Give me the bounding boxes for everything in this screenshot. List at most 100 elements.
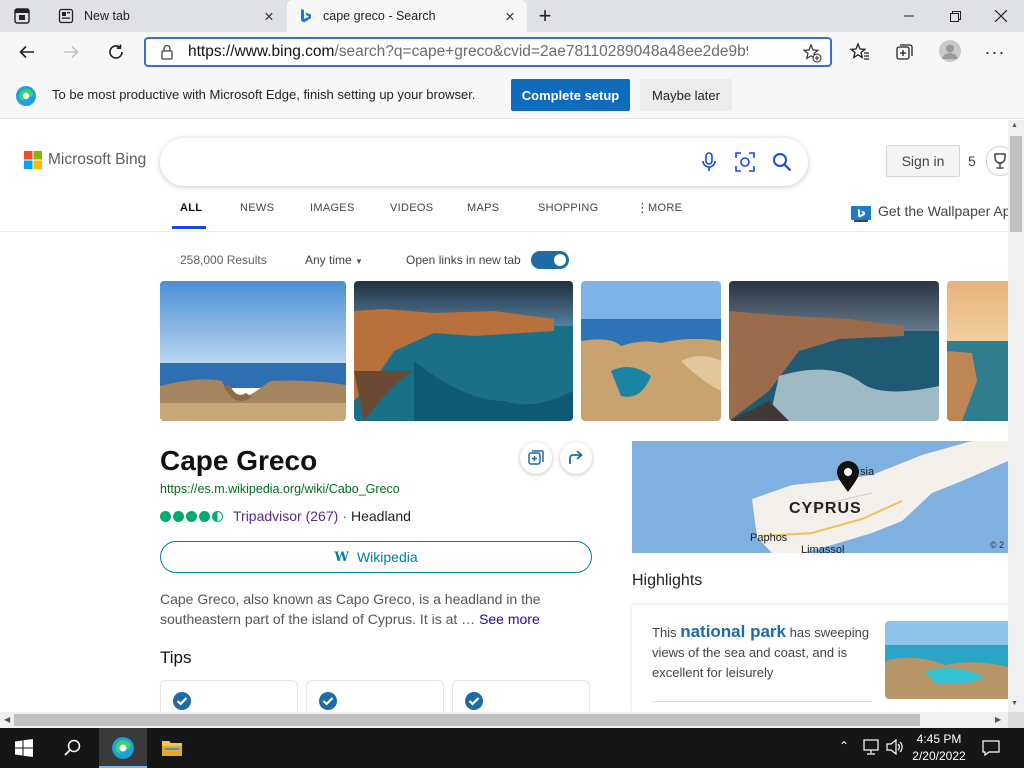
new-tab-page-icon xyxy=(58,8,74,24)
bing-logo[interactable]: Microsoft Bing xyxy=(24,151,146,169)
wallpaper-app-link[interactable]: Get the Wallpaper Ap xyxy=(878,203,1008,219)
restore-button[interactable] xyxy=(932,0,978,32)
see-more-link[interactable]: See more xyxy=(479,611,540,627)
results-count: 258,000 Results xyxy=(180,253,267,267)
tip-card[interactable] xyxy=(452,680,590,712)
brand-text: Microsoft Bing xyxy=(48,151,147,168)
highlight-pre: This xyxy=(652,625,677,640)
tip-card[interactable] xyxy=(306,680,444,712)
rewards-trophy-icon[interactable] xyxy=(986,146,1008,176)
rating-dot xyxy=(160,510,171,522)
scroll-right-icon[interactable]: ▶ xyxy=(995,715,1001,724)
close-window-button[interactable] xyxy=(978,0,1024,32)
favorites-button[interactable] xyxy=(843,35,877,69)
map-city-label: sia xyxy=(860,466,875,478)
edge-taskbar-icon xyxy=(112,737,134,759)
forward-button[interactable] xyxy=(54,35,88,69)
map-canvas xyxy=(632,441,1008,553)
highlight-image[interactable] xyxy=(885,621,1008,699)
complete-setup-button[interactable]: Complete setup xyxy=(511,79,630,111)
highlights-heading: Highlights xyxy=(632,572,703,589)
taskbar-clock[interactable]: 4:45 PM 2/20/2022 xyxy=(900,731,978,765)
search-icon[interactable] xyxy=(772,152,792,172)
minimize-button[interactable] xyxy=(886,0,932,32)
tab-shopping[interactable]: SHOPPING xyxy=(538,202,598,214)
profile-avatar[interactable] xyxy=(939,40,961,62)
time-filter-dropdown[interactable]: Any time ▼ xyxy=(305,253,363,267)
highlight-divider xyxy=(652,701,872,702)
address-path: /search?q=cape+greco&cvid=2ae78110289048… xyxy=(334,43,748,60)
tab-actions-icon[interactable] xyxy=(12,6,32,26)
map-copyright: © 2 xyxy=(990,540,1005,550)
tab-title: cape greco - Search xyxy=(323,9,436,23)
windows-start-icon[interactable] xyxy=(15,739,33,757)
taskbar-search-icon[interactable] xyxy=(63,738,83,758)
tab-title: New tab xyxy=(84,9,130,23)
bing-results-page: Microsoft Bing Sign in 5 ALL NEWS IMAGES… xyxy=(0,120,1008,712)
address-bar[interactable]: https://www.bing.com/search?q=cape+greco… xyxy=(144,37,832,67)
tab-videos[interactable]: VIDEOS xyxy=(390,202,433,214)
file-explorer-icon[interactable] xyxy=(161,738,183,758)
bing-favicon-icon xyxy=(299,8,313,24)
scroll-left-icon[interactable]: ◀ xyxy=(4,715,10,724)
active-tab-indicator xyxy=(172,226,206,229)
chevron-down-icon: ▼ xyxy=(355,257,363,266)
tab-maps[interactable]: MAPS xyxy=(467,202,499,214)
open-links-toggle[interactable] xyxy=(531,251,569,269)
close-tab-icon[interactable]: ✕ xyxy=(258,5,280,27)
entity-source-link[interactable]: https://es.m.wikipedia.org/wiki/Cabo_Gre… xyxy=(160,482,400,496)
tip-card[interactable] xyxy=(160,680,298,712)
tab-new-tab[interactable]: New tab ✕ xyxy=(46,0,286,32)
refresh-button[interactable] xyxy=(99,35,133,69)
scroll-up-icon[interactable]: ▲ xyxy=(1011,122,1018,129)
microphone-icon[interactable] xyxy=(700,152,718,172)
taskbar-edge-button[interactable] xyxy=(99,728,147,768)
rating-dot xyxy=(186,510,197,522)
scroll-down-icon[interactable]: ▼ xyxy=(1011,700,1018,707)
image-result[interactable] xyxy=(729,281,939,421)
toggle-knob xyxy=(554,254,566,266)
network-icon[interactable] xyxy=(862,739,880,755)
save-to-collection-button[interactable] xyxy=(520,442,552,474)
share-button[interactable] xyxy=(560,442,592,474)
visual-search-icon[interactable] xyxy=(735,152,755,172)
tab-cape-greco-search[interactable]: cape greco - Search ✕ xyxy=(287,0,527,32)
tab-images[interactable]: IMAGES xyxy=(310,202,355,214)
highlight-keyword: national park xyxy=(680,622,786,641)
clock-time: 4:45 PM xyxy=(916,732,962,746)
tab-all[interactable]: ALL xyxy=(180,202,202,214)
lock-icon[interactable] xyxy=(160,44,174,60)
image-result[interactable] xyxy=(354,281,573,421)
wikipedia-label: Wikipedia xyxy=(356,549,418,565)
tripadvisor-link[interactable]: Tripadvisor (267) xyxy=(233,508,338,524)
clock-date: 2/20/2022 xyxy=(912,749,966,763)
horizontal-scroll-thumb[interactable] xyxy=(14,714,920,726)
tab-more[interactable]: MORE xyxy=(648,202,682,214)
tray-chevron-up-icon[interactable]: ⌃ xyxy=(839,739,849,753)
search-box[interactable] xyxy=(160,138,808,186)
tab-news[interactable]: NEWS xyxy=(240,202,274,214)
rewards-count[interactable]: 5 xyxy=(968,153,976,169)
close-tab-icon[interactable]: ✕ xyxy=(499,5,521,27)
location-map[interactable]: CYPRUS Paphos Limassol sia © 2 xyxy=(632,441,1008,553)
scroll-corner xyxy=(1008,712,1024,728)
entity-title: Cape Greco xyxy=(160,445,318,476)
add-favorite-icon[interactable] xyxy=(802,43,822,63)
highlight-text: This national park has sweeping views of… xyxy=(652,622,882,683)
back-button[interactable] xyxy=(10,35,44,69)
tips-heading: Tips xyxy=(160,648,192,667)
sign-in-button[interactable]: Sign in xyxy=(886,145,960,177)
collection-add-icon xyxy=(528,450,544,465)
image-result[interactable] xyxy=(581,281,721,421)
image-result[interactable] xyxy=(947,281,1008,421)
wikipedia-button[interactable]: W Wikipedia xyxy=(160,541,592,573)
maybe-later-button[interactable]: Maybe later xyxy=(640,79,732,111)
vertical-scroll-thumb[interactable] xyxy=(1010,136,1022,232)
image-result[interactable] xyxy=(160,281,346,421)
settings-more-button[interactable]: ··· xyxy=(978,35,1012,69)
new-tab-button[interactable]: + xyxy=(533,3,557,28)
open-links-label: Open links in new tab xyxy=(406,253,521,267)
wallpaper-app-icon xyxy=(851,206,871,222)
collections-button[interactable] xyxy=(888,35,922,69)
notifications-icon[interactable] xyxy=(982,739,1000,757)
